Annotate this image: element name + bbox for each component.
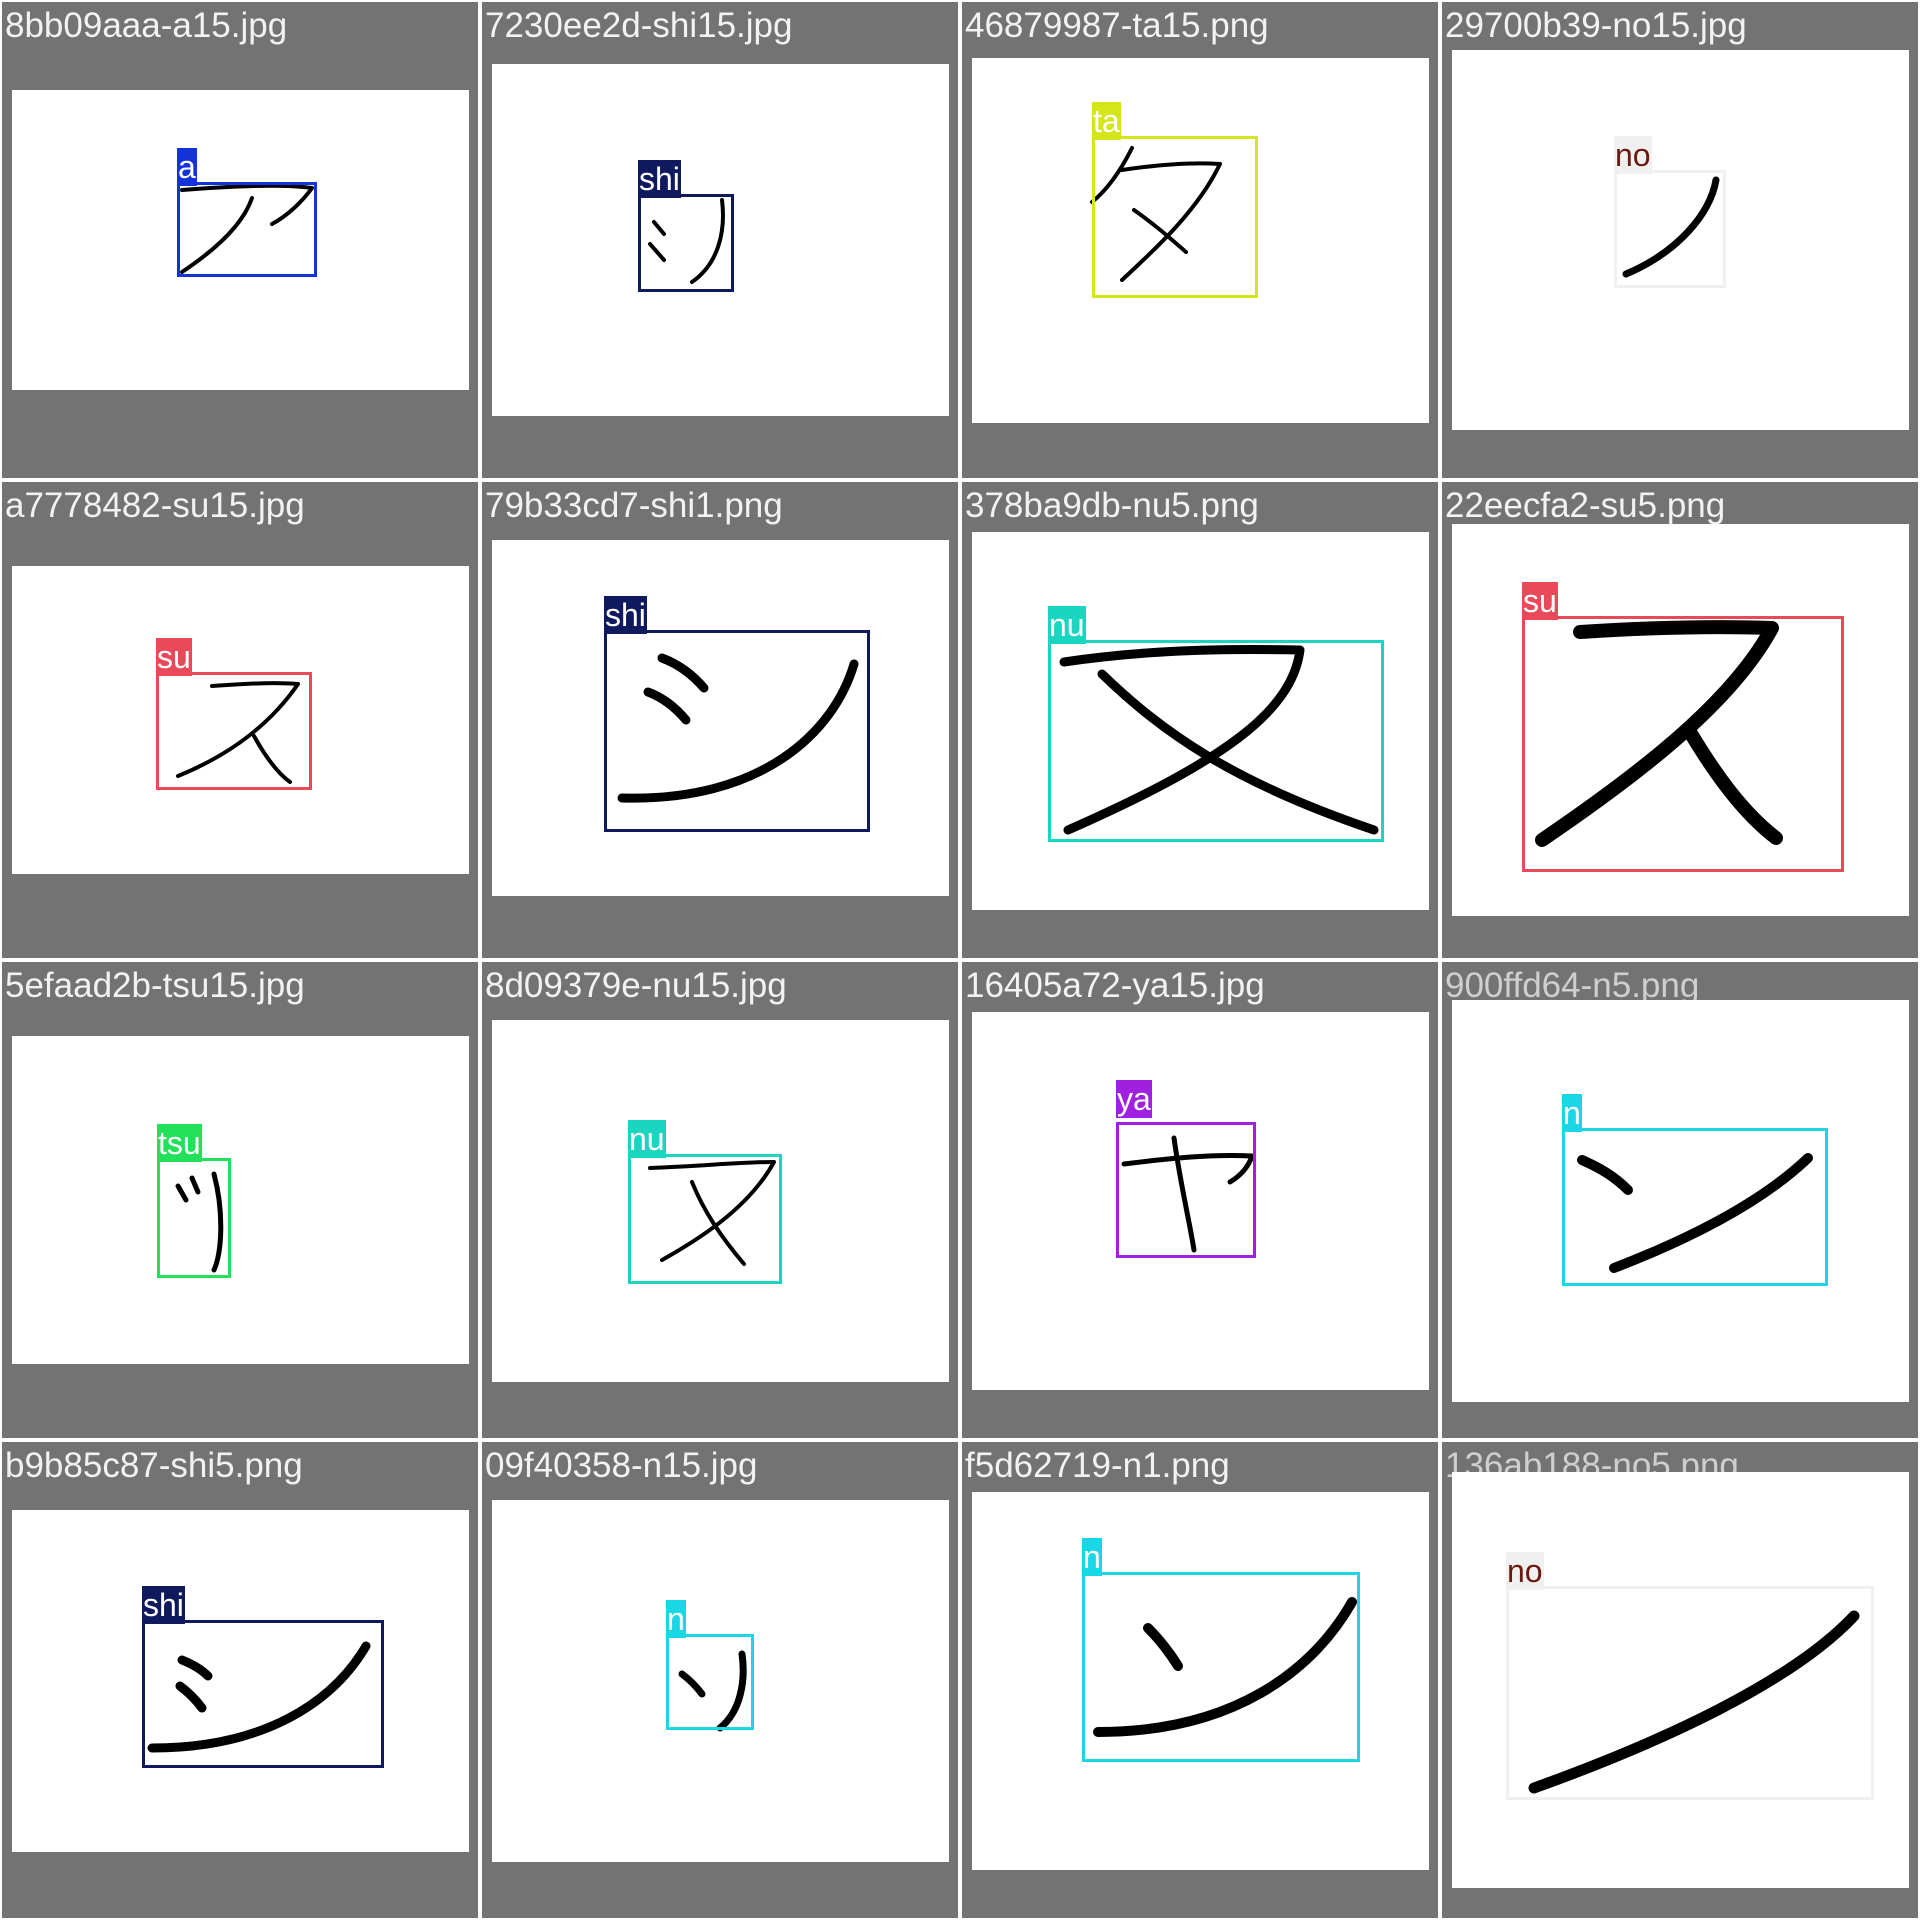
bounding-box bbox=[666, 1634, 754, 1730]
tile-11: 16405a72-ya15.jpg ya bbox=[962, 962, 1438, 1438]
bounding-box bbox=[157, 1158, 231, 1278]
class-label: no bbox=[1614, 136, 1652, 174]
class-label: n bbox=[1082, 1538, 1102, 1576]
bounding-box bbox=[177, 182, 317, 277]
tile-7: 378ba9db-nu5.png nu bbox=[962, 482, 1438, 958]
katakana-tsu-stroke bbox=[175, 1171, 224, 1273]
tile-13: b9b85c87-shi5.png shi bbox=[2, 1442, 478, 1918]
class-label: su bbox=[1522, 582, 1558, 620]
tile-1: 8bb09aaa-a15.jpg a bbox=[2, 2, 478, 478]
class-label: tsu bbox=[157, 1124, 202, 1162]
tile-15: f5d62719-n1.png n bbox=[962, 1442, 1438, 1918]
class-label: nu bbox=[628, 1120, 666, 1158]
tile-3: 46879987-ta15.png ta bbox=[962, 2, 1438, 478]
class-label: n bbox=[666, 1600, 686, 1638]
class-label: a bbox=[177, 148, 197, 186]
bounding-box bbox=[604, 630, 870, 832]
tile-10: 8d09379e-nu15.jpg nu bbox=[482, 962, 958, 1438]
bounding-box bbox=[1082, 1572, 1360, 1762]
class-label: n bbox=[1562, 1094, 1582, 1132]
class-label: nu bbox=[1048, 606, 1086, 644]
class-label: shi bbox=[604, 596, 647, 634]
bounding-box bbox=[1048, 640, 1384, 842]
bounding-box bbox=[1614, 170, 1726, 288]
bounding-box bbox=[1522, 616, 1844, 872]
bounding-box bbox=[156, 672, 312, 790]
class-label: no bbox=[1506, 1552, 1544, 1590]
tile-8: 22eecfa2-su5.png su bbox=[1442, 482, 1918, 958]
class-label: ya bbox=[1116, 1080, 1152, 1118]
bounding-box bbox=[1092, 136, 1258, 298]
bounding-box bbox=[638, 194, 734, 292]
class-label: shi bbox=[142, 1586, 185, 1624]
tile-6: 79b33cd7-shi1.png shi bbox=[482, 482, 958, 958]
image-grid: 8bb09aaa-a15.jpg a 7230ee2d-shi15.jpg sh… bbox=[0, 0, 1920, 1920]
bounding-box bbox=[142, 1620, 384, 1768]
tile-14: 09f40358-n15.jpg n bbox=[482, 1442, 958, 1918]
class-label: su bbox=[156, 638, 192, 676]
class-label: shi bbox=[638, 160, 681, 198]
bounding-box bbox=[1562, 1128, 1828, 1286]
bounding-box bbox=[628, 1154, 782, 1284]
tile-2: 7230ee2d-shi15.jpg shi bbox=[482, 2, 958, 478]
class-label: ta bbox=[1092, 102, 1121, 140]
tile-4: 29700b39-no15.jpg no bbox=[1442, 2, 1918, 478]
tile-12: 900ffd64-n5.png n bbox=[1442, 962, 1918, 1438]
tile-9: 5efaad2b-tsu15.jpg tsu bbox=[2, 962, 478, 1438]
bounding-box bbox=[1506, 1586, 1874, 1800]
bounding-box bbox=[1116, 1122, 1256, 1258]
tile-16: 136ab188-no5.png no bbox=[1442, 1442, 1918, 1918]
tile-5: a7778482-su15.jpg su bbox=[2, 482, 478, 958]
